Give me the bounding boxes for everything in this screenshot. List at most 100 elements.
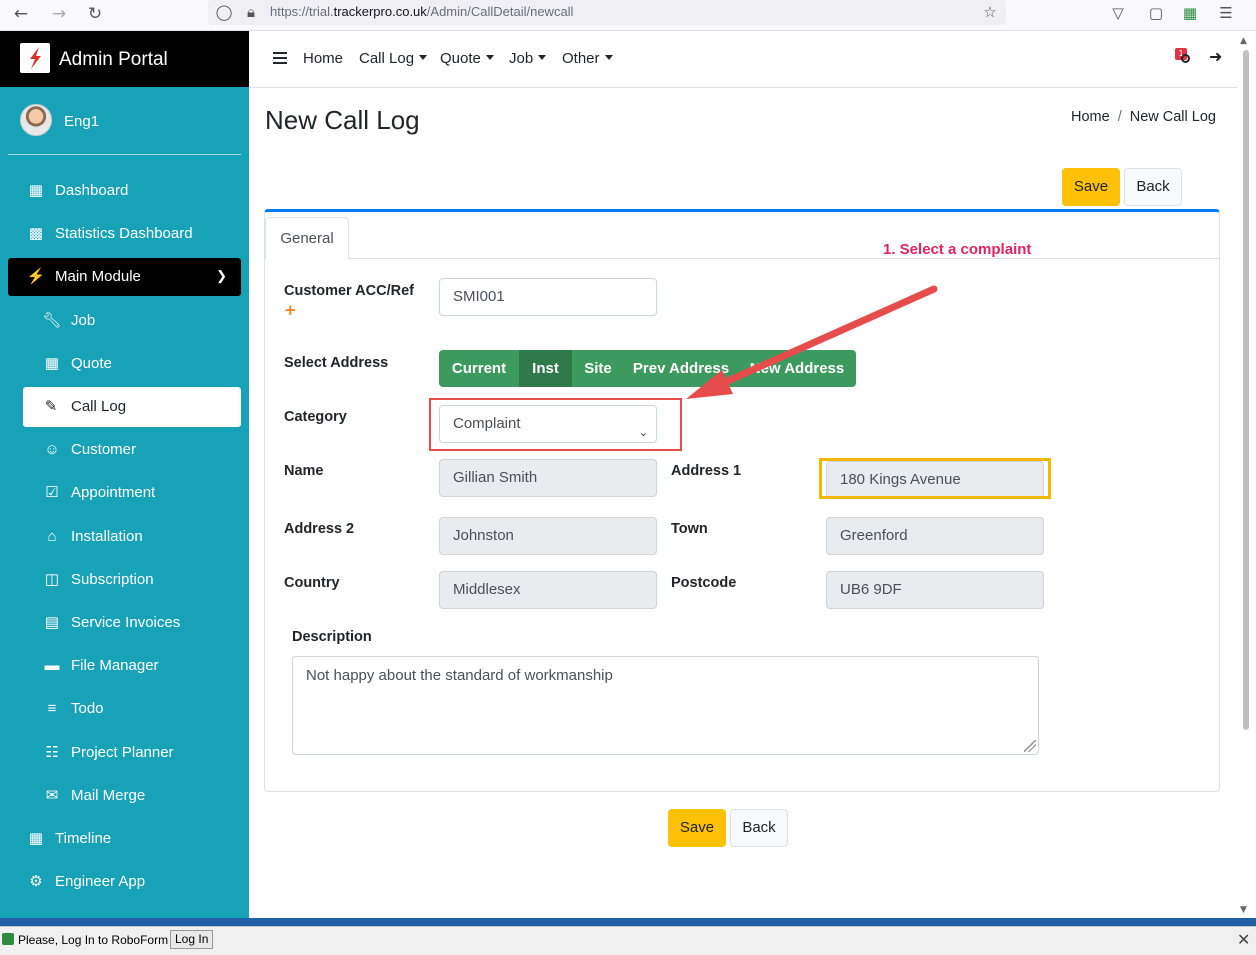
nav-home[interactable]: Home bbox=[303, 50, 343, 67]
town-input[interactable]: Greenford bbox=[826, 517, 1044, 555]
address2-input[interactable]: Johnston bbox=[439, 517, 657, 555]
address-inst-button[interactable]: Inst bbox=[519, 350, 572, 387]
calculator-icon: ▦ bbox=[44, 355, 60, 372]
sidebar-item-label: File Manager bbox=[71, 657, 159, 674]
sidebar-item-file-manager[interactable]: ▬ File Manager bbox=[0, 647, 249, 685]
brand-title: Admin Portal bbox=[59, 49, 168, 70]
brand[interactable]: Admin Portal bbox=[0, 31, 249, 87]
file-icon: ◫ bbox=[44, 571, 60, 588]
breadcrumb-home[interactable]: Home bbox=[1071, 109, 1110, 125]
sidebar-item-todo[interactable]: ≡ Todo bbox=[0, 690, 249, 728]
sidebar-item-appointment[interactable]: ☑ Appointment bbox=[0, 474, 249, 512]
sidebar-item-project-planner[interactable]: ☷ Project Planner bbox=[0, 734, 249, 772]
name-label: Name bbox=[284, 463, 324, 479]
save-button-bottom[interactable]: Save bbox=[668, 809, 726, 847]
address2-label: Address 2 bbox=[284, 521, 355, 537]
back-button-top[interactable]: Back bbox=[1124, 168, 1182, 206]
users-cog-icon: ⚙ bbox=[29, 873, 43, 890]
address-new-button[interactable]: New Address bbox=[738, 350, 856, 387]
sidebar-item-label: Customer bbox=[71, 441, 137, 458]
caret-down-icon bbox=[419, 55, 428, 60]
reload-icon[interactable]: ↻ bbox=[84, 3, 106, 25]
caret-down-icon bbox=[604, 55, 613, 60]
lock-icon: 🔒︎ bbox=[247, 3, 255, 21]
customer-ref-label: Customer ACC/Ref bbox=[284, 283, 414, 299]
sidebar-item-label: Dashboard bbox=[55, 182, 129, 199]
logout-icon[interactable]: ➜ bbox=[1209, 47, 1222, 66]
sidebar-item-label: Quote bbox=[71, 355, 112, 372]
brand-logo-icon bbox=[20, 43, 50, 73]
sidebar-item-job[interactable]: 🔧︎ Job bbox=[0, 302, 249, 340]
town-label: Town bbox=[671, 521, 708, 537]
address-current-button[interactable]: Current bbox=[439, 350, 519, 387]
nav-job-dropdown[interactable]: Job bbox=[509, 50, 547, 67]
sidebar-item-label: Project Planner bbox=[71, 744, 174, 761]
sidebar-item-statistics-dashboard[interactable]: ▩ Statistics Dashboard bbox=[0, 215, 249, 253]
user-panel[interactable]: Eng1 bbox=[0, 101, 249, 145]
sidebar-item-quote[interactable]: ▦ Quote bbox=[0, 345, 249, 383]
postcode-input[interactable]: UB6 9DF bbox=[826, 571, 1044, 609]
annotation-label: 1. Select a complaint bbox=[883, 241, 1032, 258]
nav-other-dropdown[interactable]: Other bbox=[562, 50, 613, 67]
sidebar-item-mail-merge[interactable]: ✉ Mail Merge bbox=[0, 777, 249, 815]
extensions-icon[interactable]: ▢ bbox=[1146, 3, 1166, 23]
sidebar-item-label: Call Log bbox=[71, 398, 127, 415]
scroll-up-icon[interactable]: ▲ bbox=[1240, 36, 1247, 46]
sidebar-item-label: Subscription bbox=[71, 571, 154, 588]
sidebar-item-dashboard[interactable]: ▦ Dashboard bbox=[0, 172, 249, 210]
menu-icon[interactable]: ☰ bbox=[1216, 3, 1236, 23]
shield-icon[interactable]: ◯ bbox=[214, 2, 234, 22]
sidebar-item-installation[interactable]: ⌂ Installation bbox=[0, 518, 249, 556]
sidebar-item-label: Main Module bbox=[55, 268, 141, 285]
tab-general[interactable]: General bbox=[265, 217, 349, 260]
sidebar-item-customer[interactable]: ☺ Customer bbox=[0, 431, 249, 469]
address-site-button[interactable]: Site bbox=[572, 350, 624, 387]
hamburger-menu-icon[interactable] bbox=[273, 52, 287, 64]
address-prev-button[interactable]: Prev Address bbox=[624, 350, 738, 387]
mail-bulk-icon: ✉ bbox=[45, 787, 59, 804]
user-name: Eng1 bbox=[64, 113, 100, 130]
forward-arrow-icon[interactable]: → bbox=[48, 3, 70, 25]
sidebar-item-subscription[interactable]: ◫ Subscription bbox=[0, 561, 249, 599]
roboform-icon[interactable]: ▦ bbox=[1180, 3, 1200, 23]
close-icon[interactable]: ✕ bbox=[1237, 930, 1250, 950]
url-text[interactable]: https://trial.trackerpro.co.uk/Admin/Cal… bbox=[270, 4, 573, 19]
sidebar-item-timeline[interactable]: ▦ Timeline bbox=[0, 820, 249, 858]
sidebar-item-service-invoices[interactable]: ▤ Service Invoices bbox=[0, 604, 249, 642]
breadcrumb: Home / New Call Log bbox=[1071, 109, 1216, 125]
scroll-down-icon[interactable]: ▼ bbox=[1240, 905, 1247, 915]
back-button-bottom[interactable]: Back bbox=[730, 809, 788, 847]
name-input[interactable]: Gillian Smith bbox=[439, 459, 657, 497]
description-text: Not happy about the standard of workmans… bbox=[306, 667, 613, 684]
breadcrumb-current: New Call Log bbox=[1129, 109, 1216, 125]
address1-highlight-box bbox=[819, 458, 1051, 499]
nav-quote-dropdown[interactable]: Quote bbox=[440, 50, 494, 67]
user-edit-icon: ✎ bbox=[44, 398, 58, 415]
scrollbar-thumb[interactable] bbox=[1243, 50, 1249, 730]
chevron-down-icon: ❯ bbox=[216, 268, 227, 283]
folder-icon: ▬ bbox=[44, 657, 60, 674]
pocket-icon[interactable]: ▽ bbox=[1108, 3, 1128, 23]
roboform-login-button[interactable]: Log In bbox=[170, 930, 214, 949]
roboform-message: Please, Log In to RoboForm bbox=[18, 933, 169, 947]
country-label: Country bbox=[284, 575, 340, 591]
notifications-icon[interactable]: 1 bbox=[1175, 48, 1195, 68]
nav-call-log-dropdown[interactable]: Call Log bbox=[359, 50, 428, 67]
sidebar-item-main-module[interactable]: ⚡ Main Module ❯ bbox=[8, 258, 241, 296]
sidebar-item-label: Appointment bbox=[71, 484, 156, 501]
calendar-check-icon: ☑ bbox=[45, 484, 59, 501]
save-button-top[interactable]: Save bbox=[1062, 168, 1120, 206]
back-arrow-icon[interactable]: ← bbox=[10, 3, 32, 25]
sidebar-item-engineer-app[interactable]: ⚙ Engineer App bbox=[0, 863, 249, 901]
avatar bbox=[20, 104, 52, 136]
address1-label: Address 1 bbox=[671, 463, 742, 479]
address-button-group: Current Inst Site Prev Address New Addre… bbox=[439, 350, 856, 387]
bookmark-star-icon[interactable]: ☆ bbox=[980, 2, 1000, 22]
sidebar-item-call-log[interactable]: ✎ Call Log bbox=[23, 387, 241, 427]
address-bar[interactable]: ◯ 🔒︎ https://trial.trackerpro.co.uk/Admi… bbox=[208, 0, 1006, 25]
resize-handle-icon[interactable] bbox=[1024, 740, 1036, 752]
country-input[interactable]: Middlesex bbox=[439, 571, 657, 609]
customer-ref-input[interactable]: SMI001 bbox=[439, 278, 657, 316]
description-textarea[interactable]: Not happy about the standard of workmans… bbox=[292, 656, 1039, 755]
wrench-icon: 🔧︎ bbox=[42, 312, 62, 329]
